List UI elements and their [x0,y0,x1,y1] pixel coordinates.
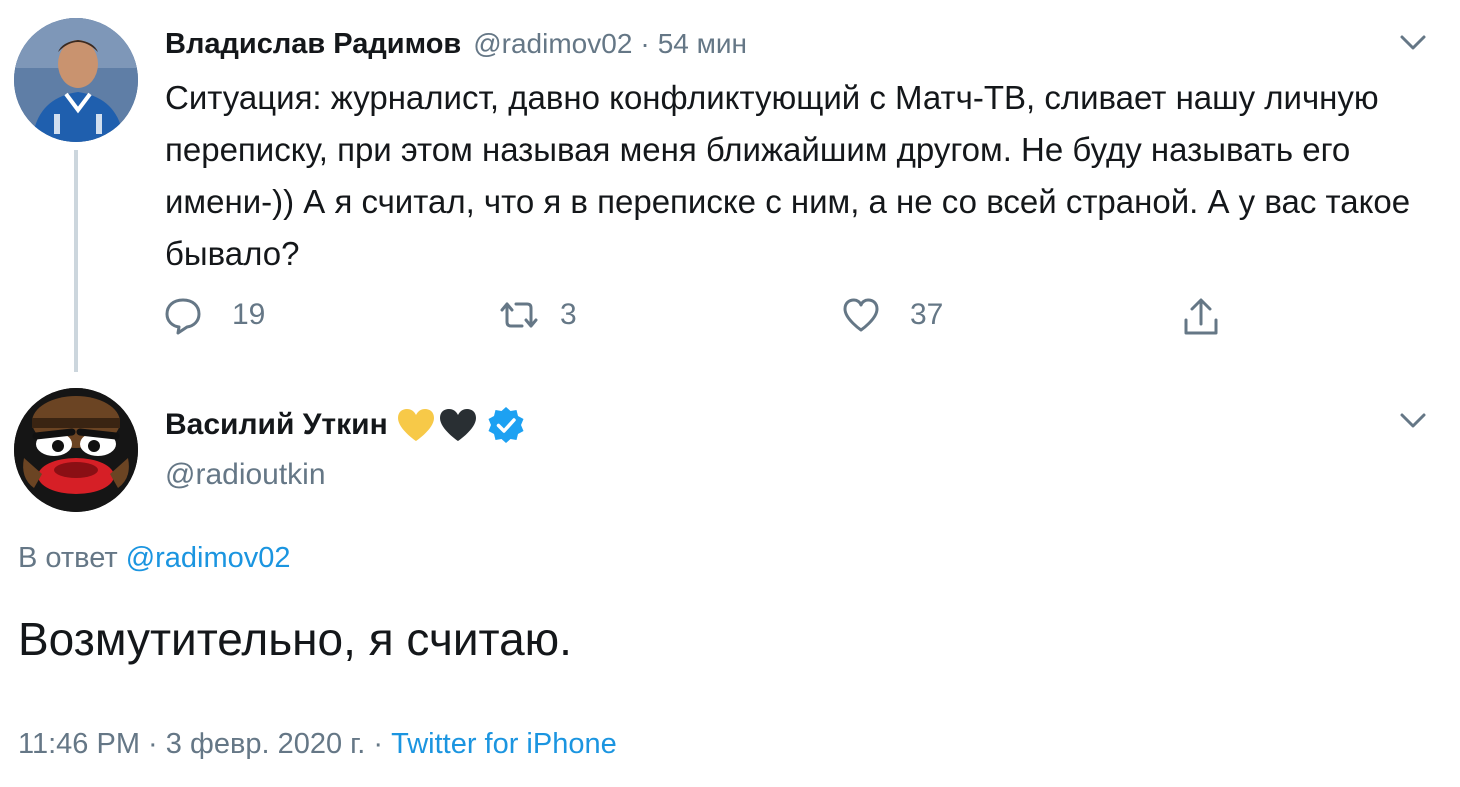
share-icon [1184,298,1218,335]
share-button[interactable] [1180,296,1222,338]
timestamp[interactable]: 54 мин [658,28,747,60]
chevron-down-icon[interactable] [1398,32,1428,54]
black-heart-icon [439,409,476,441]
like-count: 37 [910,298,944,331]
author-handle[interactable]: @radioutkin [165,458,326,492]
tweet-text: Ситуация: журналист, давно конфликтующий… [165,79,1411,272]
avatar[interactable] [14,388,138,512]
reply-handle-link[interactable]: @radimov02 [126,542,291,574]
reply-count: 19 [232,298,266,331]
author-name[interactable]: Владислав Радимов [165,28,461,61]
tweet-radimov[interactable]: Владислав Радимов @radimov02 · 54 мин Си… [0,0,1460,380]
reply-context: В ответ @radimov02 [18,542,291,575]
chevron-down-icon[interactable] [1398,410,1428,432]
tweet-header: Владислав Радимов @radimov02 · 54 мин [165,28,747,66]
timestamp[interactable]: 11:46 PM [18,728,140,760]
date[interactable]: 3 февр. 2020 г. [166,728,366,760]
author-handle[interactable]: @radimov02 [473,28,632,60]
reply-button[interactable]: 19 [162,294,265,336]
retweet-count: 3 [560,298,577,331]
verified-badge-icon [488,407,524,443]
separator: · [640,28,650,59]
separator: · [148,728,158,760]
tweet-actions: 19 3 37 [0,290,1460,340]
separator: · [373,728,384,760]
tweet-text: Возмутительно, я считаю. [18,613,572,665]
retweet-icon [500,302,538,328]
tweet-utkin[interactable]: Василий Уткин @radioutkin В ответ @radimo… [0,380,1460,787]
source-link[interactable]: Twitter for iPhone [391,728,617,760]
author-name[interactable]: Василий Уткин [165,408,388,442]
tweet-header: Василий Уткин [165,405,526,445]
yellow-heart-icon [397,409,434,441]
avatar[interactable] [14,18,138,142]
like-button[interactable]: 37 [840,294,943,336]
tweet-meta: 11:46 PM · 3 февр. 2020 г. · Twitter for… [18,728,617,761]
reply-icon [165,298,201,335]
heart-icon [843,298,879,332]
retweet-button[interactable]: 3 [498,294,577,336]
reply-prefix: В ответ [18,542,118,574]
